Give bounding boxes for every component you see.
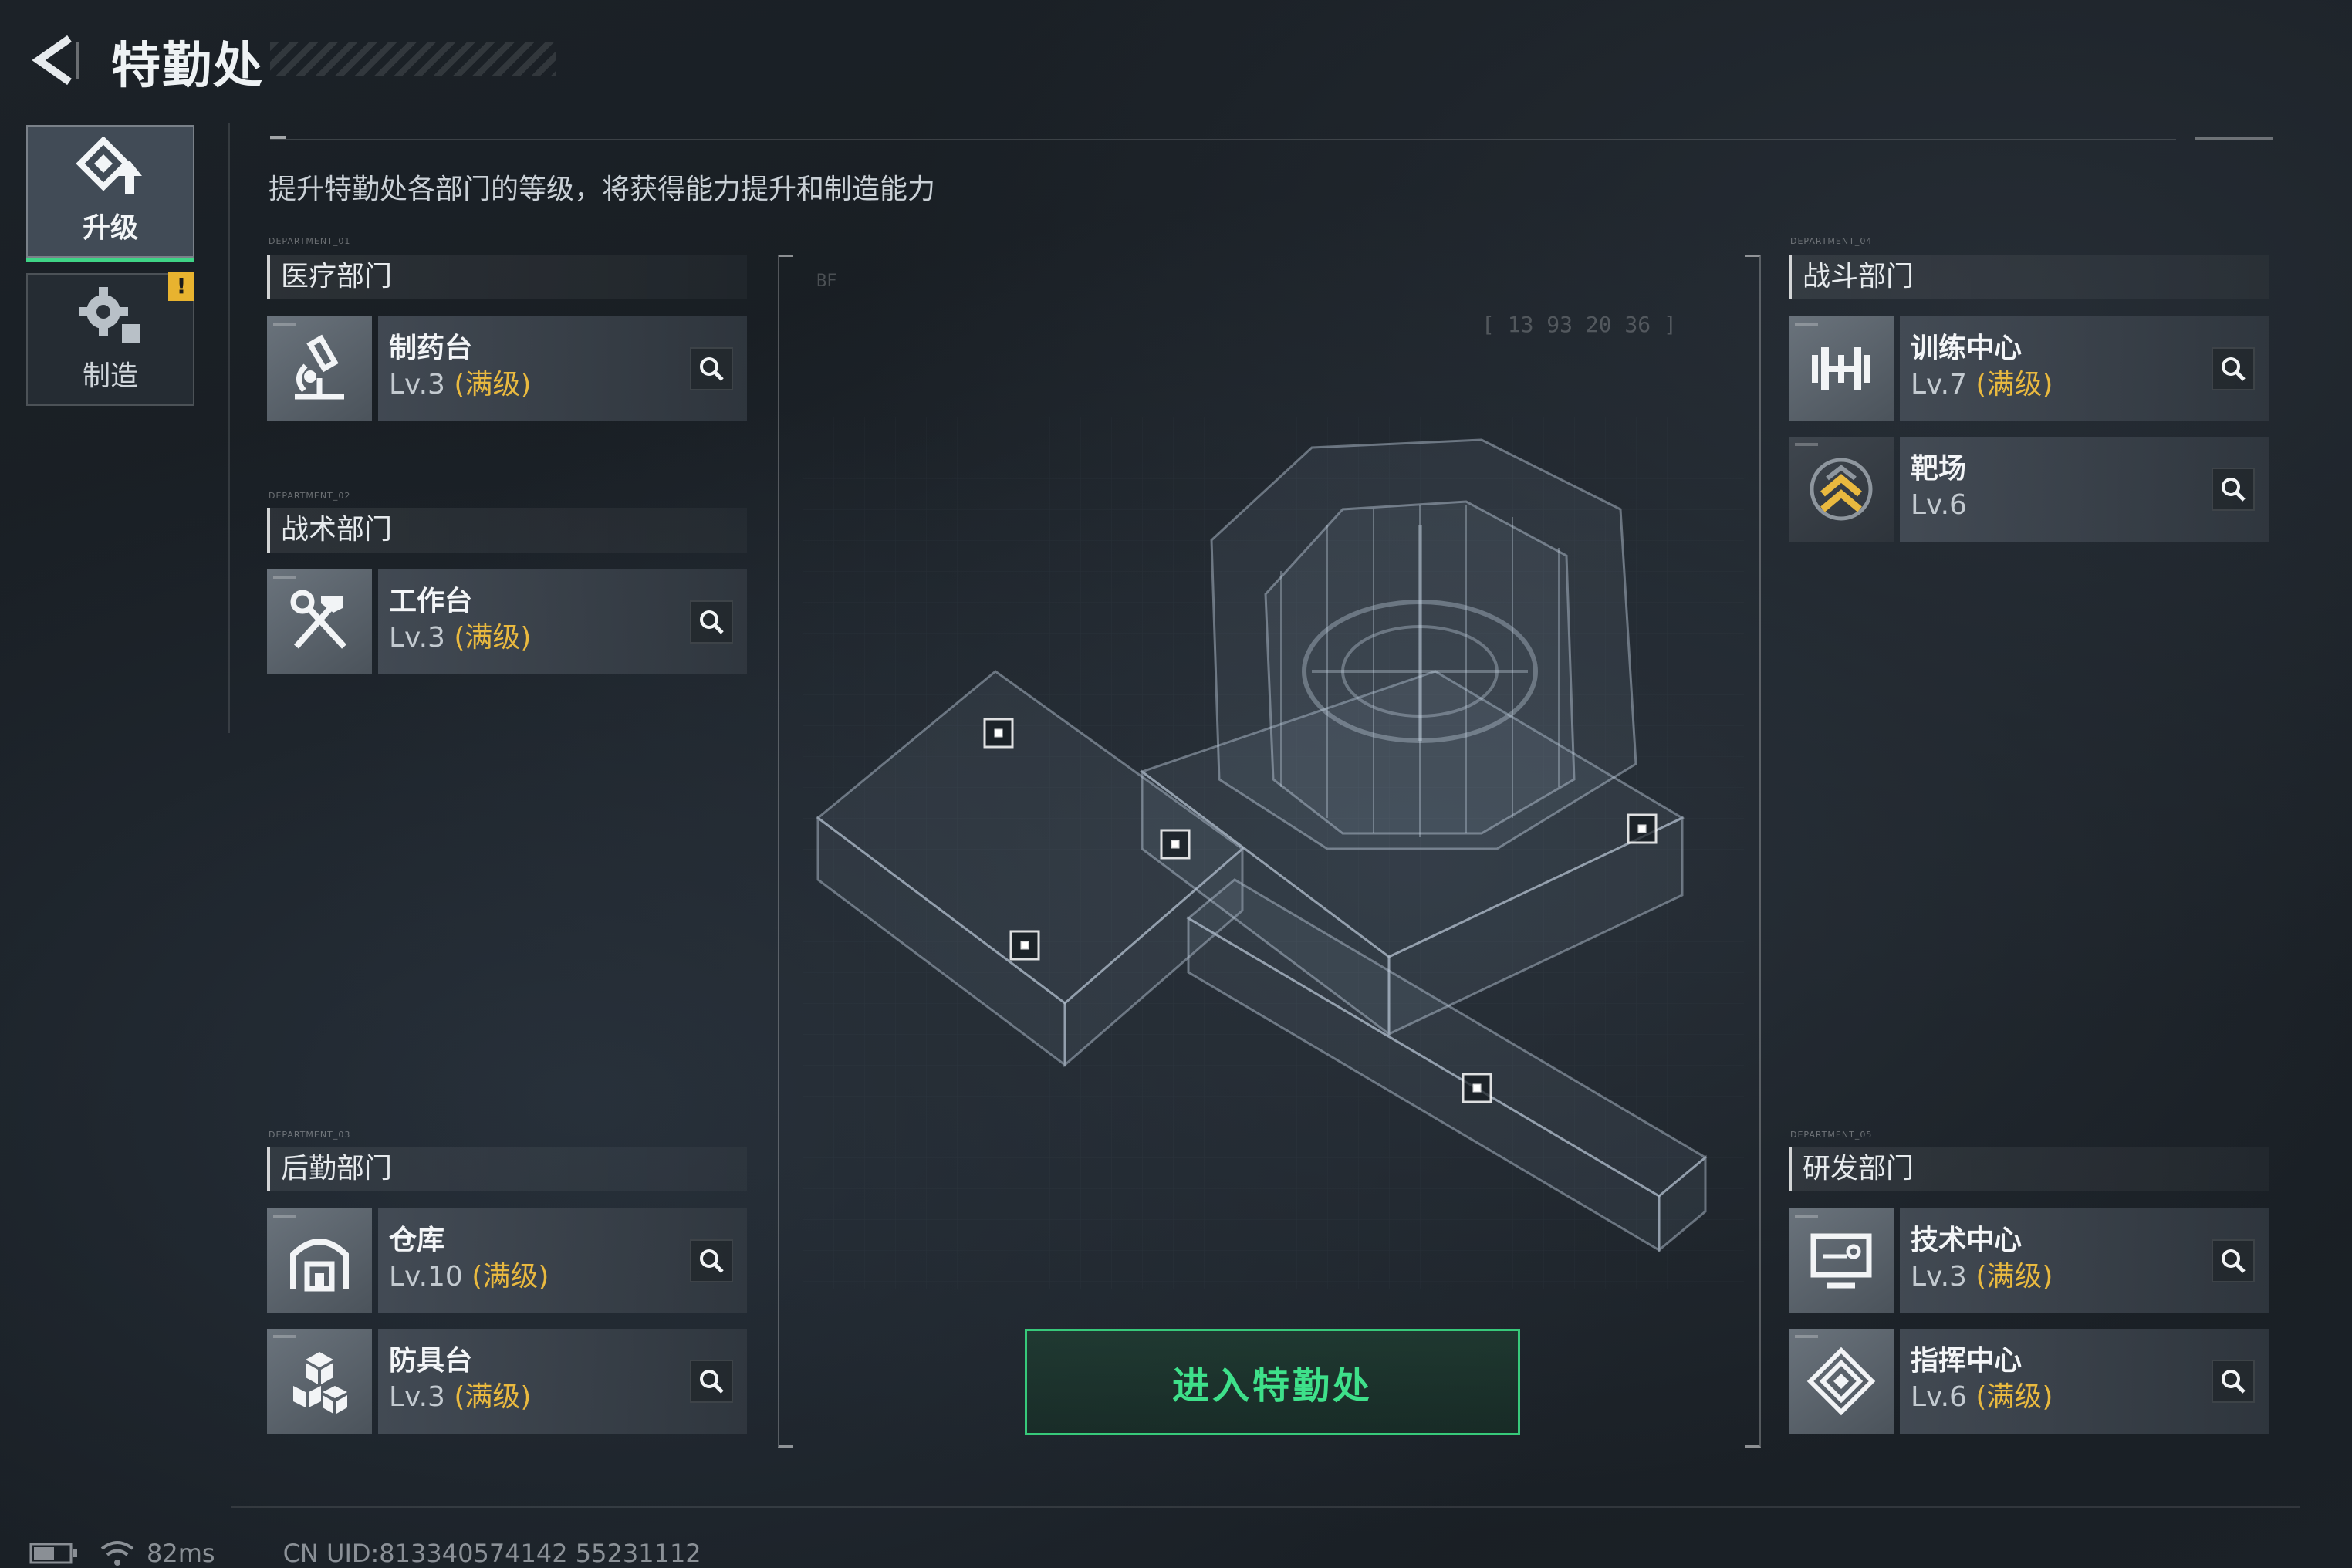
enter-base-button[interactable]: 进入特勤处 [1025,1329,1520,1435]
facility-card-workbench[interactable]: 工作台 Lv.3 (满级) [267,569,747,674]
card-body: 防具台 Lv.3 (满级) [378,1329,747,1434]
enter-base-label: 进入特勤处 [1171,1364,1373,1407]
inspect-button[interactable] [690,347,733,390]
divider-accent [2195,137,2273,140]
inspect-button[interactable] [2212,347,2255,390]
dept-title-combat: 战斗部门 [1789,255,2269,299]
facility-card-pharmacy[interactable]: 制药台 Lv.3 (满级) [267,316,747,421]
back-arrow-icon [32,35,79,86]
card-body: 靶场 Lv.6 [1900,437,2269,542]
hammer-wrench-icon [267,569,372,674]
facility-card-tech[interactable]: 技术中心 Lv.3 (满级) [1789,1208,2269,1313]
page-subtitle: 提升特勤处各部门的等级，将获得能力提升和制造能力 [269,174,936,205]
inspect-button[interactable] [2212,468,2255,511]
dept-tag: DEPARTMENT_01 [269,236,351,246]
dumbbell-icon [1789,316,1894,421]
center-frame-right [1745,255,1761,1448]
dept-title-tactical: 战术部门 [267,508,747,553]
facility-card-warehouse[interactable]: 仓库 Lv.10 (满级) [267,1208,747,1313]
max-level-tag: (满级) [454,622,532,654]
wifi-icon [100,1541,134,1566]
dept-title-logistics: 后勤部门 [267,1147,747,1191]
tab-craft-label: 制造 [82,360,138,392]
search-icon [700,357,724,381]
inspect-button[interactable] [690,1239,733,1282]
facility-card-training[interactable]: 训练中心 Lv.7 (满级) [1789,316,2269,421]
uid-readout: CN UID:813340574142 55231112 [282,1539,701,1568]
base-wireframe-model[interactable] [803,417,1744,1289]
upgrade-icon [76,137,142,194]
floor-label: BF [816,272,837,291]
search-icon [700,1370,724,1394]
card-body: 技术中心 Lv.3 (满级) [1900,1208,2269,1313]
page-title: 特勤处 [111,38,264,95]
ping-readout: 82ms [147,1539,215,1568]
dept-title-medical: 医疗部门 [267,255,747,299]
max-level-tag: (满级) [454,369,532,400]
tab-upgrade[interactable]: 升级 [26,125,194,262]
inspect-button[interactable] [690,600,733,644]
dept-tag: DEPARTMENT_04 [1790,236,1873,246]
alert-badge: ! [168,272,194,301]
divider-mark [270,136,286,139]
inspect-button[interactable] [690,1360,733,1403]
microscope-icon [267,316,372,421]
cubes-icon [267,1329,372,1434]
left-divider [228,123,230,733]
warehouse-icon [267,1208,372,1313]
search-icon [700,610,724,634]
search-icon [2222,1249,2246,1273]
facility-card-armor[interactable]: 防具台 Lv.3 (满级) [267,1329,747,1434]
center-frame-left [778,255,793,1448]
title-decoration [270,42,556,76]
search-icon [2222,478,2246,502]
rank-chevron-icon [1789,437,1894,542]
search-icon [700,1249,724,1273]
header-divider [270,139,2176,140]
inspect-button[interactable] [2212,1239,2255,1282]
card-body: 训练中心 Lv.7 (满级) [1900,316,2269,421]
tab-upgrade-label: 升级 [82,212,138,244]
gear-icon [79,287,140,343]
bottom-divider [231,1506,2300,1508]
battery-icon [29,1543,77,1564]
search-icon [2222,1370,2246,1394]
dept-tag: DEPARTMENT_03 [269,1130,351,1140]
status-bar: 82ms CN UID:813340574142 55231112 [29,1539,701,1568]
dept-tag: DEPARTMENT_02 [269,491,351,501]
card-body: 指挥中心 Lv.6 (满级) [1900,1329,2269,1434]
back-button[interactable] [26,31,85,90]
dept-tag: DEPARTMENT_05 [1790,1130,1873,1140]
coordinate-readout: [ 13 93 20 36 ] [1482,312,1677,337]
max-level-tag: (满级) [471,1261,549,1293]
facility-card-range[interactable]: 靶场 Lv.6 [1789,437,2269,542]
dept-title-research: 研发部门 [1789,1147,2269,1191]
card-body: 制药台 Lv.3 (满级) [378,316,747,421]
search-icon [2222,357,2246,381]
card-body: 仓库 Lv.10 (满级) [378,1208,747,1313]
inspect-button[interactable] [2212,1360,2255,1403]
max-level-tag: (满级) [454,1381,532,1413]
max-level-tag: (满级) [1975,1261,2053,1293]
monitor-icon [1789,1208,1894,1313]
command-diamond-icon [1789,1329,1894,1434]
max-level-tag: (满级) [1975,369,2053,400]
max-level-tag: (满级) [1975,1381,2053,1413]
card-body: 工作台 Lv.3 (满级) [378,569,747,674]
facility-card-command[interactable]: 指挥中心 Lv.6 (满级) [1789,1329,2269,1434]
